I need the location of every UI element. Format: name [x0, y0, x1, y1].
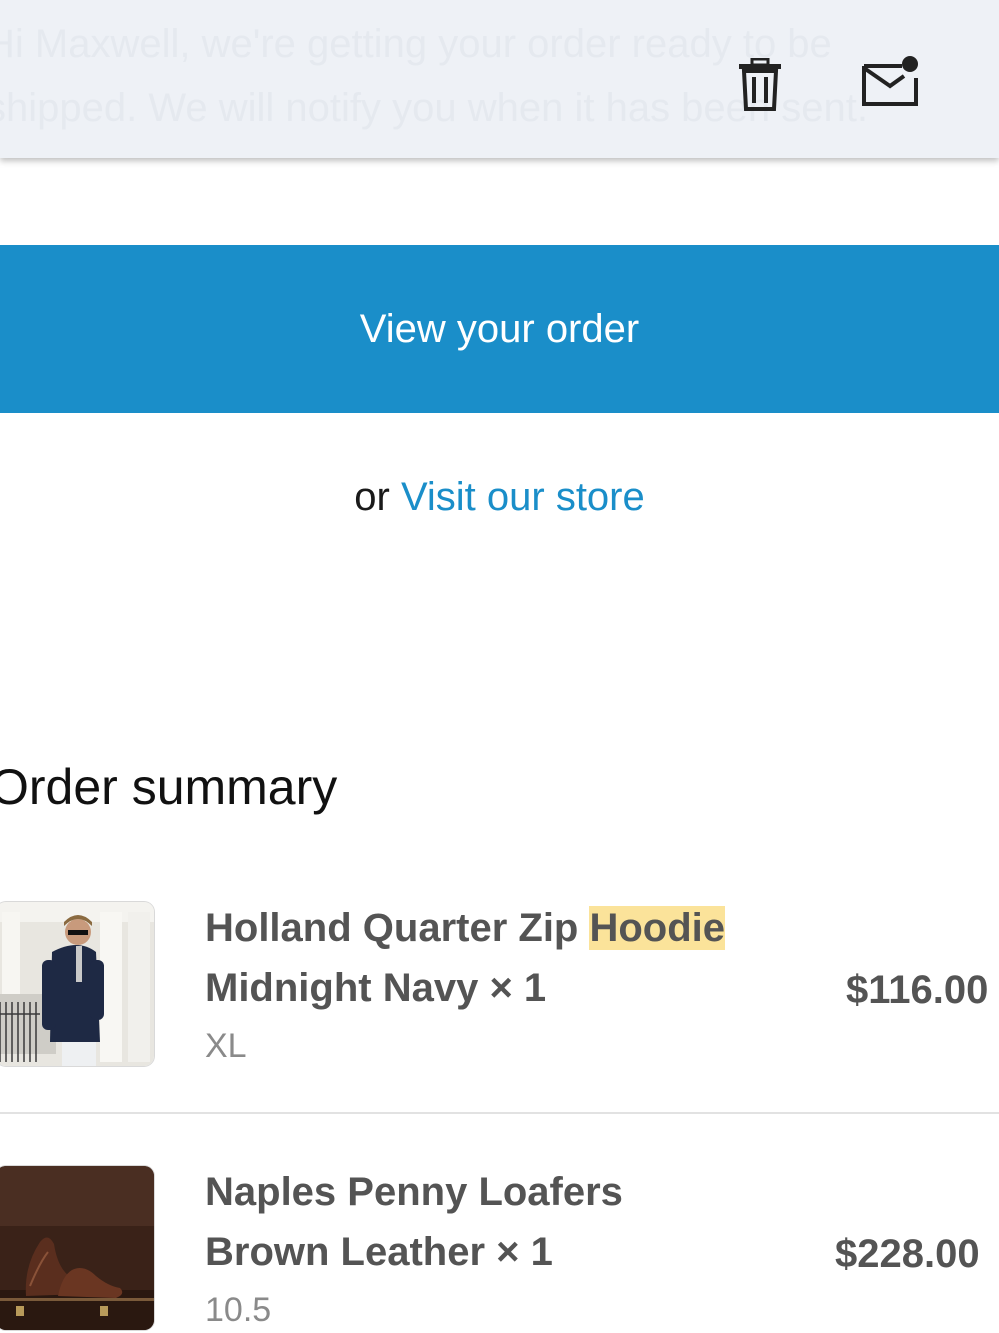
- item-size: 10.5: [205, 1291, 272, 1329]
- order-summary-title: Order summary: [0, 759, 338, 815]
- email-preview-text: Hi Maxwell, we're getting your order rea…: [0, 22, 868, 130]
- line-item: Holland Quarter Zip Hoodie Midnight Navy…: [0, 898, 999, 1078]
- item-price: $228.00: [835, 1232, 980, 1276]
- item-divider: [0, 1112, 999, 1114]
- item-variant: Brown Leather × 1: [205, 1230, 553, 1274]
- trash-icon[interactable]: [734, 58, 786, 112]
- item-name-main: Naples Penny Loafers: [205, 1170, 623, 1214]
- item-name[interactable]: Naples Penny Loafers: [205, 1162, 623, 1222]
- item-variant: Midnight Navy × 1: [205, 966, 547, 1010]
- line-item: Naples Penny Loafers Brown Leather × 1 1…: [0, 1162, 999, 1333]
- email-view: Hi Maxwell, we're getting your order rea…: [0, 0, 999, 1333]
- item-name[interactable]: Holland Quarter Zip Hoodie: [205, 898, 726, 958]
- email-header-bar: Hi Maxwell, we're getting your order rea…: [0, 0, 999, 158]
- mail-unread-icon[interactable]: [860, 54, 922, 108]
- search-highlight: Hoodie: [589, 906, 726, 950]
- item-name-main: Holland Quarter Zip: [205, 906, 590, 950]
- item-size: XL: [205, 1027, 247, 1065]
- visit-store-line: or Visit our store: [0, 470, 999, 524]
- product-image-hoodie: [0, 902, 154, 1066]
- view-order-button[interactable]: View your order: [0, 245, 999, 413]
- product-image-loafers: [0, 1166, 154, 1330]
- or-text: or: [354, 475, 401, 519]
- item-price: $116.00: [846, 968, 989, 1012]
- visit-store-link[interactable]: Visit our store: [401, 475, 645, 519]
